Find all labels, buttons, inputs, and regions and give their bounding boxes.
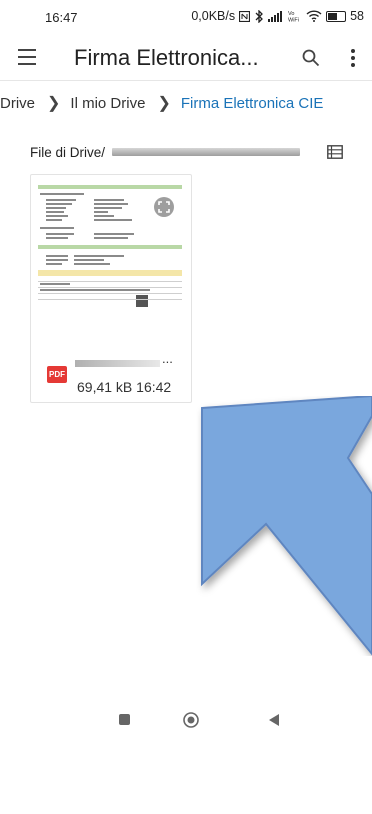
nfc-icon: [239, 10, 251, 22]
file-meta: 69,41 kB 16:42: [77, 379, 172, 395]
signal-icon: [268, 10, 283, 22]
svg-text:WiFi: WiFi: [288, 18, 299, 23]
redacted-file-name: [75, 360, 160, 367]
search-icon[interactable]: [302, 49, 320, 67]
section-title: File di Drive/: [30, 145, 106, 160]
network-speed: 0,0KB/s: [191, 9, 236, 23]
list-view-icon[interactable]: [327, 145, 343, 159]
breadcrumb-il-mio-drive[interactable]: Il mio Drive: [70, 95, 145, 112]
svg-text:Vo: Vo: [288, 11, 294, 17]
back-button[interactable]: [268, 714, 280, 726]
file-thumbnail: [36, 185, 184, 307]
more-vert-icon[interactable]: [350, 48, 356, 68]
pointer-arrow-icon: [201, 396, 372, 656]
chevron-right-icon: ❯: [47, 95, 61, 112]
breadcrumb-drive[interactable]: Drive: [0, 95, 35, 112]
home-button[interactable]: [183, 712, 199, 728]
battery-icon: [326, 10, 347, 22]
system-nav-bar: [0, 700, 372, 740]
redacted-path: [112, 148, 300, 156]
pdf-icon: PDF: [47, 366, 67, 383]
app-bar-divider: [0, 80, 372, 81]
recents-button[interactable]: [119, 714, 130, 725]
status-icons: 0,0KB/s Vo WiFi 58: [191, 9, 364, 23]
menu-icon[interactable]: [18, 49, 36, 65]
wifi-icon: [306, 10, 322, 22]
battery-level: 58: [350, 9, 364, 23]
file-name-ellipsis: ...: [162, 351, 173, 366]
file-card[interactable]: PDF ... 69,41 kB 16:42: [30, 174, 192, 403]
expand-icon: [154, 197, 174, 217]
page-title: Firma Elettronica...: [74, 45, 259, 70]
vowifi-icon: VoWiFi: [288, 11, 299, 23]
bluetooth-icon: [255, 9, 264, 23]
chevron-right-icon: ❯: [157, 95, 171, 112]
app-bar: Firma Elettronica...: [0, 34, 372, 84]
breadcrumb-current-folder[interactable]: Firma Elettronica CIE: [181, 95, 324, 112]
status-bar: 16:47 0,0KB/s Vo WiFi 58: [0, 0, 372, 34]
status-time: 16:47: [45, 10, 78, 25]
breadcrumb: Drive ❯ Il mio Drive ❯ Firma Elettronica…: [0, 93, 323, 113]
